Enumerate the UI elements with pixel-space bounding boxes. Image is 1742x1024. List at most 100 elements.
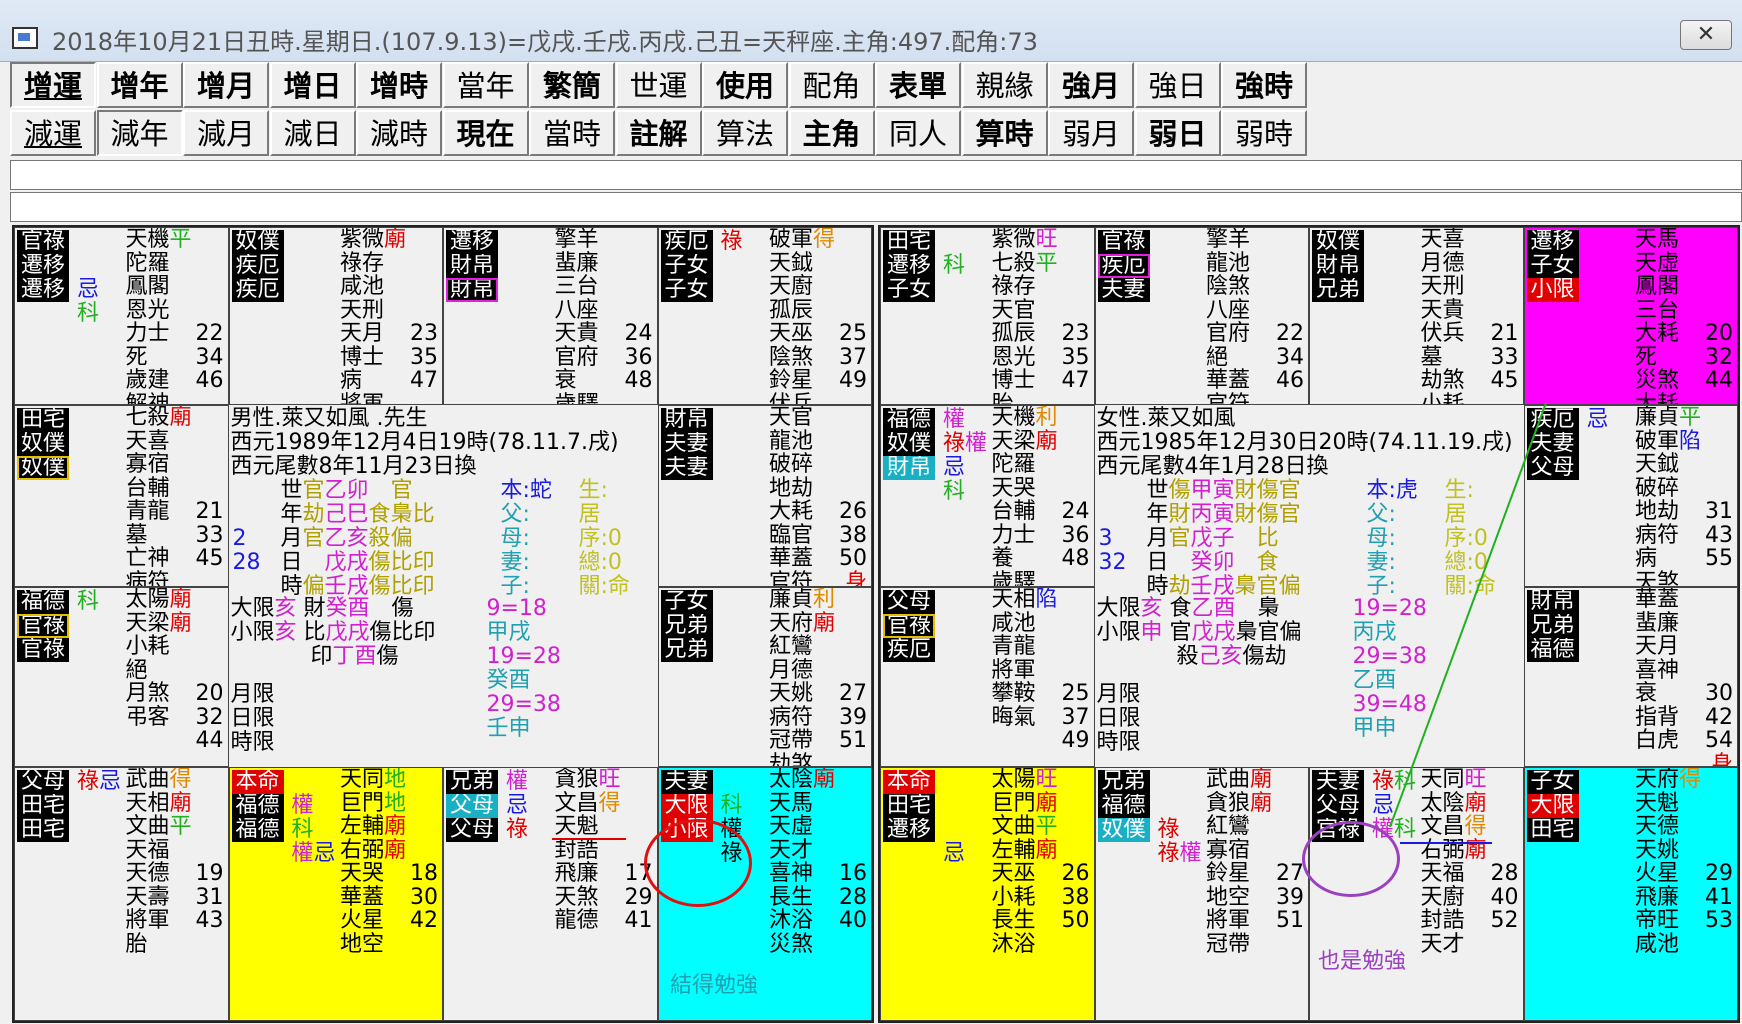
palace-labels: 兄弟 父母 父母 [446, 770, 502, 842]
star-name: 破軍 [769, 227, 814, 252]
toolbar-button-13[interactable]: 強月 [1048, 62, 1134, 108]
toolbar-button-30[interactable]: 弱時 [1221, 110, 1307, 156]
toolbar-button-1[interactable]: 增運 [10, 62, 96, 108]
star-name: 華蓋 [1206, 368, 1251, 393]
pillar-god: 劫 [302, 502, 325, 527]
pillar-hidden-1 [1235, 550, 1257, 575]
star-list: 貪狼旺 文昌得 天魁 封誥 飛廉 17 天煞 29 龍德 41 [555, 768, 653, 933]
toolbar-button-4[interactable]: 增日 [269, 62, 356, 108]
star-name: 天官 [769, 405, 814, 430]
star-item: 封誥 [555, 838, 653, 863]
xiaoxian-god: 比 [296, 620, 326, 645]
toolbar-button-20[interactable]: 減時 [356, 110, 442, 156]
input-field-1[interactable] [10, 160, 1742, 190]
star-name: 天廚 [769, 274, 814, 299]
star-name: 死 [125, 344, 148, 370]
palace-label: 田宅 [883, 794, 935, 818]
star-name: 紅鸞 [1206, 814, 1251, 839]
star-name: 孤辰 [769, 297, 814, 323]
center-line-1: 女性.萊又如風 [1096, 406, 1236, 431]
left-chart: 官祿 遷移 遷移 忌科天機平 陀羅 鳳閣 恩光 力士 22 死 34 歲建 46 解神 奴僕 疾厄 疾厄 紫微廟… [12, 225, 874, 1023]
star-number: 35 [410, 344, 438, 370]
toolbar-button-28[interactable]: 弱月 [1048, 110, 1134, 156]
toolbar-button-12[interactable]: 親緣 [961, 62, 1048, 108]
palace-label: 福德 [1097, 794, 1150, 818]
palace-labels: 福德 官祿 官祿 [17, 590, 73, 662]
star-name: 天福 [125, 837, 170, 863]
app-icon[interactable] [12, 27, 38, 49]
star-name: 天相 [125, 790, 170, 816]
star-number: 37 [1061, 704, 1090, 730]
toolbar-button-25[interactable]: 主角 [788, 110, 875, 156]
star-item: 天馬 [1635, 228, 1733, 252]
star-item: 天煞 [1635, 570, 1733, 586]
star-item: 青龍 21 [126, 500, 224, 524]
palace-label: 財帛 [883, 456, 935, 480]
toolbar-button-26[interactable]: 同人 [875, 110, 961, 156]
star-item: 破碎 [769, 453, 867, 477]
toolbar-button-6[interactable]: 當年 [442, 62, 529, 108]
toolbar-button-21[interactable]: 現在 [442, 110, 529, 156]
star-item: 力士 36 [992, 523, 1090, 548]
toolbar-button-16[interactable]: 減運 [10, 110, 96, 156]
toolbar-button-22[interactable]: 當時 [529, 110, 615, 156]
star-name: 衰 [1635, 681, 1658, 706]
toolbar-button-19[interactable]: 減日 [269, 110, 356, 156]
range-ganzhi: 壬申 [486, 716, 531, 741]
star-item: 紅鸞 [769, 635, 867, 659]
star-item: 右弼廟 [340, 838, 438, 863]
toolbar-button-10[interactable]: 配角 [788, 62, 875, 108]
toolbar-button-7[interactable]: 繁簡 [529, 62, 615, 108]
star-item: 墓 33 [1421, 345, 1519, 370]
toolbar-button-23[interactable]: 註解 [615, 110, 702, 156]
zodiac-ben: 本:蛇 [500, 478, 552, 503]
star-item: 冠帶 [1206, 932, 1304, 957]
star-item: 天虛 [769, 815, 867, 839]
toolbar-button-11[interactable]: 表單 [875, 62, 961, 108]
star-name: 青龍 [991, 634, 1036, 659]
star-name: 紫微 [991, 227, 1036, 252]
toolbar-button-9[interactable]: 使用 [702, 62, 788, 108]
highlight-circle-right [1302, 821, 1400, 897]
toolbar-button-5[interactable]: 增時 [356, 62, 442, 108]
star-name: 臨官 [769, 522, 814, 548]
star-name: 恩光 [991, 344, 1036, 370]
palace-label: 官祿 [17, 230, 69, 254]
star-item: 天虛 [1635, 251, 1733, 276]
star-number: 37 [839, 344, 867, 370]
star-name: 將軍 [340, 391, 385, 405]
star-list: 紫微廟 祿存 咸池 天刑 天月 23 博士 35 病 47 將軍 [340, 228, 438, 405]
star-name: 指背 [1635, 704, 1680, 730]
palace-cell-r1c3: 財帛 夫妻 夫妻 天官 龍池 破碎 地劫 大耗 26 臨官 38 華蓋 50 官符 身 [657, 405, 872, 587]
toolbar-button-29[interactable]: 弱日 [1134, 110, 1221, 156]
star-number: 23 [1061, 321, 1090, 346]
toolbar-button-8[interactable]: 世運 [615, 62, 702, 108]
star-name: 華蓋 [769, 546, 814, 571]
star-item: 亡神 45 [126, 547, 224, 571]
toolbar-button-24[interactable]: 算法 [702, 110, 788, 156]
pillar-label: 日 [280, 550, 303, 575]
toolbar-button-17[interactable]: 減年 [96, 110, 183, 156]
star-number: 41 [1705, 884, 1733, 910]
close-button[interactable]: ✕ [1680, 20, 1732, 50]
toolbar-button-15[interactable]: 強時 [1221, 62, 1307, 108]
toolbar-button-14[interactable]: 強日 [1134, 62, 1221, 108]
star-item: 衰 30 [1635, 682, 1733, 706]
toolbar-button-18[interactable]: 減月 [183, 110, 269, 156]
toolbar-button-2[interactable]: 增年 [96, 62, 183, 108]
star-number: 47 [1061, 368, 1090, 393]
star-name: 廉貞 [1635, 405, 1680, 430]
input-field-2[interactable] [10, 192, 1742, 222]
star-number: 30 [410, 884, 438, 910]
star-name: 小耗 [125, 634, 170, 659]
star-name: 華蓋 [1635, 587, 1680, 612]
star-name: 天鉞 [769, 250, 814, 276]
toolbar-button-27[interactable]: 算時 [961, 110, 1048, 156]
star-item: 龍德 41 [555, 909, 653, 933]
star-item: 將軍 43 [126, 909, 224, 933]
star-item: 左輔廟 [340, 815, 438, 839]
star-item: 鈴星 27 [1206, 862, 1304, 886]
toolbar-button-3[interactable]: 增月 [183, 62, 269, 108]
palace-label: 夫妻 [1526, 432, 1579, 456]
star-name: 解神 [125, 391, 170, 405]
